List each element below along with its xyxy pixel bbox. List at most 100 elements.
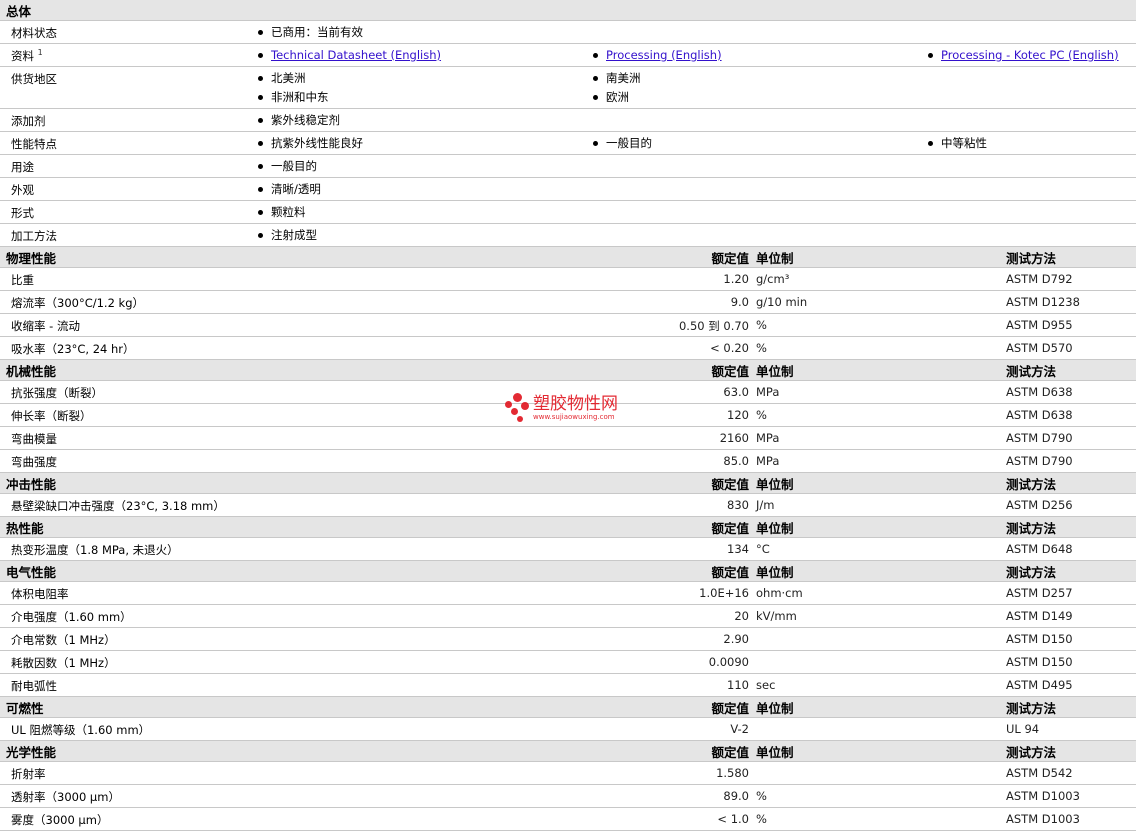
property-row: 透射率（3000 µm） 89.0% ASTM D1003	[0, 785, 1136, 808]
section-header: 可燃性 额定值 单位制 测试方法	[0, 697, 1136, 718]
watermark-logo: 塑胶物性网 www.sujiaowuxing.com	[505, 393, 618, 423]
value-header: 额定值	[711, 520, 749, 536]
property-row: 弯曲强度 85.0 MPa ASTM D790	[0, 450, 1136, 473]
row-label: 性能特点	[11, 136, 57, 152]
property-value: 63.0	[723, 385, 749, 399]
property-section: 光学性能 额定值 单位制 测试方法 折射率 1.580 ASTM D542 透射率（3000 …	[0, 741, 1136, 831]
property-name: 收缩率 - 流动	[11, 319, 80, 333]
unit-header: 单位制	[756, 700, 794, 716]
general-row: 添加剂 紫外线稳定剂	[0, 109, 1136, 132]
property-value: 0.50 到 0.70	[678, 319, 749, 333]
property-name: 耗散因数（1 MHz）	[11, 656, 116, 670]
test-method: ASTM D542	[1006, 766, 1073, 780]
property-unit: J/m	[756, 498, 775, 512]
property-name: 熔流率（300°C/1.2 kg）	[11, 296, 145, 310]
watermark-url: www.sujiaowuxing.com	[533, 413, 615, 421]
test-method: ASTM D150	[1006, 632, 1073, 646]
watermark-text: 塑胶物性网	[533, 394, 618, 414]
test-method: ASTM D790	[1006, 454, 1073, 468]
unit-header: 单位制	[756, 564, 794, 580]
property-name: 透射率（3000 µm）	[11, 790, 120, 804]
test-method: ASTM D1003	[1006, 789, 1080, 803]
document-link[interactable]: Processing - Kotec PC (English)	[941, 48, 1119, 62]
section-title: 总体	[6, 3, 32, 19]
method-header: 测试方法	[1006, 744, 1057, 760]
test-method: ASTM D790	[1006, 431, 1073, 445]
property-name: 伸长率（断裂）	[11, 409, 92, 423]
property-name: 介电常数（1 MHz）	[11, 633, 116, 647]
property-row: 熔流率（300°C/1.2 kg） 9.0 g/10 min ASTM D1238	[0, 291, 1136, 314]
property-value: < 1.0	[717, 812, 749, 826]
property-unit: g/cm³	[756, 272, 790, 286]
list-item: 一般目的	[593, 132, 652, 154]
property-name: 悬壁梁缺口冲击强度（23°C, 3.18 mm）	[11, 499, 225, 513]
property-unit: sec	[756, 678, 776, 692]
property-value: 1.580	[716, 766, 749, 780]
property-unit: %	[756, 812, 767, 826]
property-name: 热变形温度（1.8 MPa, 未退火）	[11, 543, 179, 557]
property-row: 吸水率（23°C, 24 hr） < 0.20% ASTM D570	[0, 337, 1136, 360]
list-item: 抗紫外线性能良好	[258, 132, 363, 154]
property-value: 20	[734, 609, 749, 623]
test-method: UL 94	[1006, 722, 1040, 736]
property-unit: %	[756, 318, 767, 332]
label-text: 形式	[11, 206, 34, 220]
list-item: 中等粘性	[928, 132, 987, 154]
property-row: 悬壁梁缺口冲击强度（23°C, 3.18 mm） 830 J/m ASTM D256	[0, 494, 1136, 517]
label-text: 添加剂	[11, 114, 46, 128]
property-row: 折射率 1.580 ASTM D542	[0, 762, 1136, 785]
property-row: 耐电弧性 110 sec ASTM D495	[0, 674, 1136, 697]
list-item: 颗粒料	[258, 201, 306, 223]
document-link[interactable]: Processing (English)	[606, 48, 722, 62]
section-header: 物理性能 额定值 单位制 测试方法	[0, 247, 1136, 268]
general-row: 材料状态 已商用：当前有效	[0, 21, 1136, 44]
section-title: 热性能	[6, 520, 44, 536]
property-name: 弯曲强度	[11, 455, 57, 469]
property-value: 110	[727, 678, 749, 692]
value-header: 额定值	[711, 744, 749, 760]
property-unit: kV/mm	[756, 609, 797, 623]
value-header: 额定值	[711, 476, 749, 492]
property-section: 冲击性能 额定值 单位制 测试方法 悬壁梁缺口冲击强度（23°C, 3.18 mm） 83…	[0, 473, 1136, 517]
list-item: Technical Datasheet (English)	[258, 44, 441, 66]
list-item: 欧洲	[593, 86, 629, 108]
unit-header: 单位制	[756, 476, 794, 492]
property-name: 抗张强度（断裂）	[11, 386, 103, 400]
label-text: 资料	[11, 49, 34, 63]
property-value: 0.0090	[708, 655, 749, 669]
section-header: 电气性能 额定值 单位制 测试方法	[0, 561, 1136, 582]
list-item: 一般目的	[258, 155, 317, 177]
row-label: 形式	[11, 205, 34, 221]
test-method: ASTM D1003	[1006, 812, 1080, 826]
property-value: 1.20	[723, 272, 749, 286]
general-row: 资料 1 Technical Datasheet (English) Process…	[0, 44, 1136, 67]
value-header: 额定值	[711, 250, 749, 266]
section-title: 物理性能	[6, 250, 57, 266]
test-method: ASTM D257	[1006, 586, 1073, 600]
unit-header: 单位制	[756, 744, 794, 760]
method-header: 测试方法	[1006, 363, 1057, 379]
property-unit: MPa	[756, 431, 780, 445]
property-unit: MPa	[756, 454, 780, 468]
property-name: UL 阻燃等级（1.60 mm）	[11, 723, 151, 737]
section-title: 光学性能	[6, 744, 57, 760]
property-value: 9.0	[730, 295, 749, 309]
property-row: 弯曲模量 2160 MPa ASTM D790	[0, 427, 1136, 450]
property-row: 体积电阻率 1.0E+16 ohm·cm ASTM D257	[0, 582, 1136, 605]
value-header: 额定值	[711, 363, 749, 379]
property-unit: °C	[756, 542, 770, 556]
section-header: 冲击性能 额定值 单位制 测试方法	[0, 473, 1136, 494]
general-section: 总体 材料状态 已商用：当前有效资料 1 Technical Datasheet (…	[0, 0, 1136, 247]
section-header: 光学性能 额定值 单位制 测试方法	[0, 741, 1136, 762]
property-name: 体积电阻率	[11, 587, 69, 601]
general-row: 性能特点 抗紫外线性能良好 一般目的 中等粘性	[0, 132, 1136, 155]
footnote-marker[interactable]: 1	[38, 48, 43, 57]
method-header: 测试方法	[1006, 476, 1057, 492]
label-text: 用途	[11, 160, 34, 174]
property-name: 弯曲模量	[11, 432, 57, 446]
value-header: 额定值	[711, 700, 749, 716]
document-link[interactable]: Technical Datasheet (English)	[271, 48, 441, 62]
section-header-general: 总体	[0, 0, 1136, 21]
general-row: 供货地区 北美洲 南美洲 非洲和中东 欧洲	[0, 67, 1136, 109]
row-label: 用途	[11, 159, 34, 175]
